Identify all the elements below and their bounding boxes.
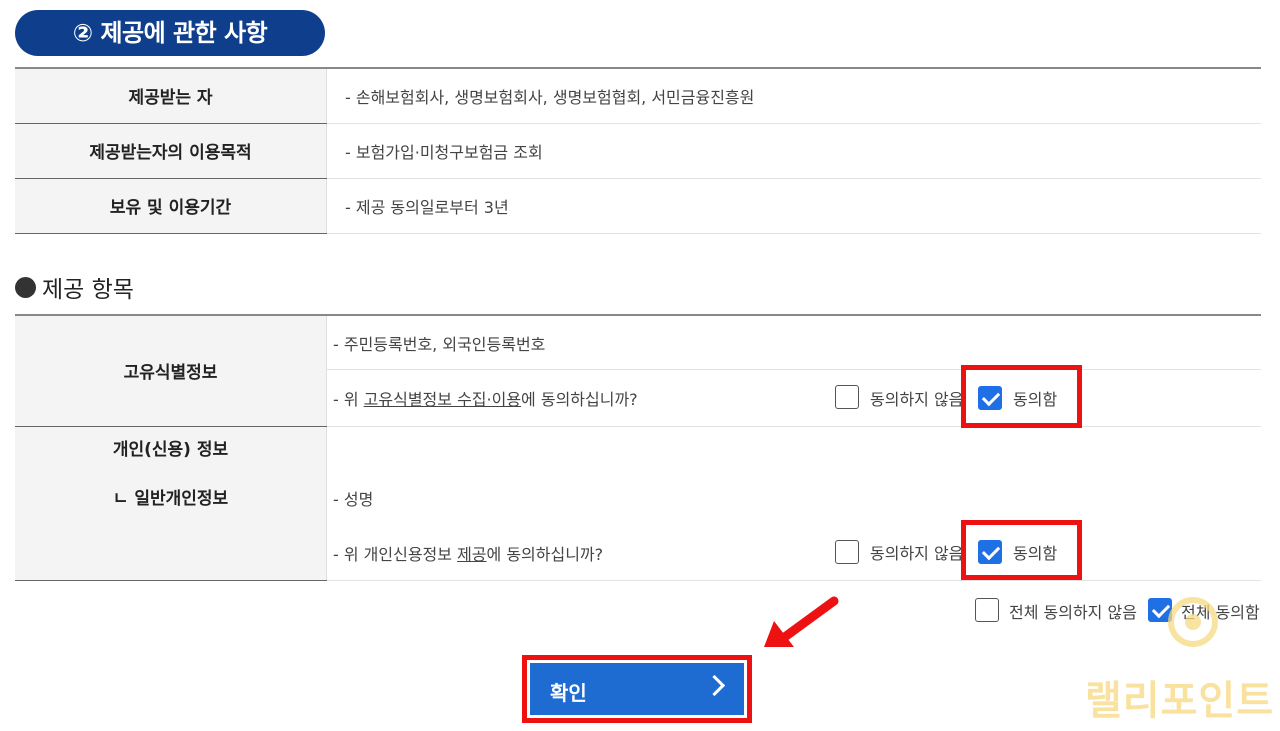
row-value-period: - 제공 동의일로부터 3년 — [326, 178, 1261, 234]
bullet-icon — [15, 276, 36, 298]
watermark-text: 랠리포인트 — [1085, 678, 1274, 724]
provision-info-table: 제공받는 자 - 손해보험회사, 생명보험회사, 생명보험협회, 서민금융진흥원… — [15, 67, 1261, 234]
unique-id-agree-checkbox[interactable] — [978, 386, 1002, 410]
row-label-period: 보유 및 이용기간 — [15, 178, 327, 234]
all-disagree-checkbox[interactable] — [975, 598, 999, 622]
personal-disagree-label[interactable]: 동의하지 않음 — [870, 540, 963, 564]
personal-label-main: 개인(신용) 정보 — [112, 439, 229, 460]
unique-id-disagree-label[interactable]: 동의하지 않음 — [870, 386, 963, 410]
personal-agree-checkbox[interactable] — [978, 540, 1002, 564]
row-label-unique-id: 고유식별정보 — [15, 315, 327, 427]
row-label-personal: 개인(신용) 정보 ㄴ 일반개인정보 — [15, 426, 327, 581]
table-row: 제공받는 자 - 손해보험회사, 생명보험회사, 생명보험협회, 서민금융진흥원 — [15, 68, 1261, 124]
section-title: ② 제공에 관한 사항 — [15, 10, 325, 56]
table-row: 제공받는자의 이용목적 - 보험가입·미청구보험금 조회 — [15, 123, 1261, 179]
confirm-label: 확인 — [550, 681, 587, 705]
row-label-recipient: 제공받는 자 — [15, 68, 327, 124]
unique-id-disagree-checkbox[interactable] — [835, 385, 859, 409]
personal-agree-label[interactable]: 동의함 — [1013, 540, 1057, 564]
items-heading-text: 제공 항목 — [42, 277, 134, 303]
personal-disagree-checkbox[interactable] — [835, 540, 859, 564]
red-arrow-icon — [764, 596, 839, 647]
row-value-recipient: - 손해보험회사, 생명보험회사, 생명보험협회, 서민금융진흥원 — [326, 68, 1261, 124]
personal-item: - 성명 — [333, 490, 374, 509]
items-heading: 제공 항목 — [15, 270, 134, 304]
personal-label-sub: ㄴ 일반개인정보 — [112, 488, 229, 509]
row-label-purpose: 제공받는자의 이용목적 — [15, 123, 327, 179]
divider — [326, 369, 1261, 370]
unique-id-agree-label[interactable]: 동의함 — [1013, 386, 1057, 410]
chevron-right-icon — [703, 674, 726, 697]
row-value-purpose: - 보험가입·미청구보험금 조회 — [326, 123, 1261, 179]
unique-id-link[interactable]: 고유식별정보 수집·이용 — [364, 390, 521, 409]
confirm-button[interactable]: 확인 — [530, 663, 744, 715]
all-disagree-label[interactable]: 전체 동의하지 않음 — [1009, 599, 1137, 623]
personal-question: - 위 개인신용정보 제공에 동의하십니까? — [333, 545, 604, 564]
personal-link[interactable]: 제공 — [457, 545, 486, 564]
unique-id-item: - 주민등록번호, 외국인등록번호 — [333, 335, 546, 354]
table-row: 보유 및 이용기간 - 제공 동의일로부터 3년 — [15, 178, 1261, 234]
watermark-logo-icon — [1168, 597, 1218, 647]
unique-id-question: - 위 고유식별정보 수집·이용에 동의하십니까? — [333, 390, 638, 409]
